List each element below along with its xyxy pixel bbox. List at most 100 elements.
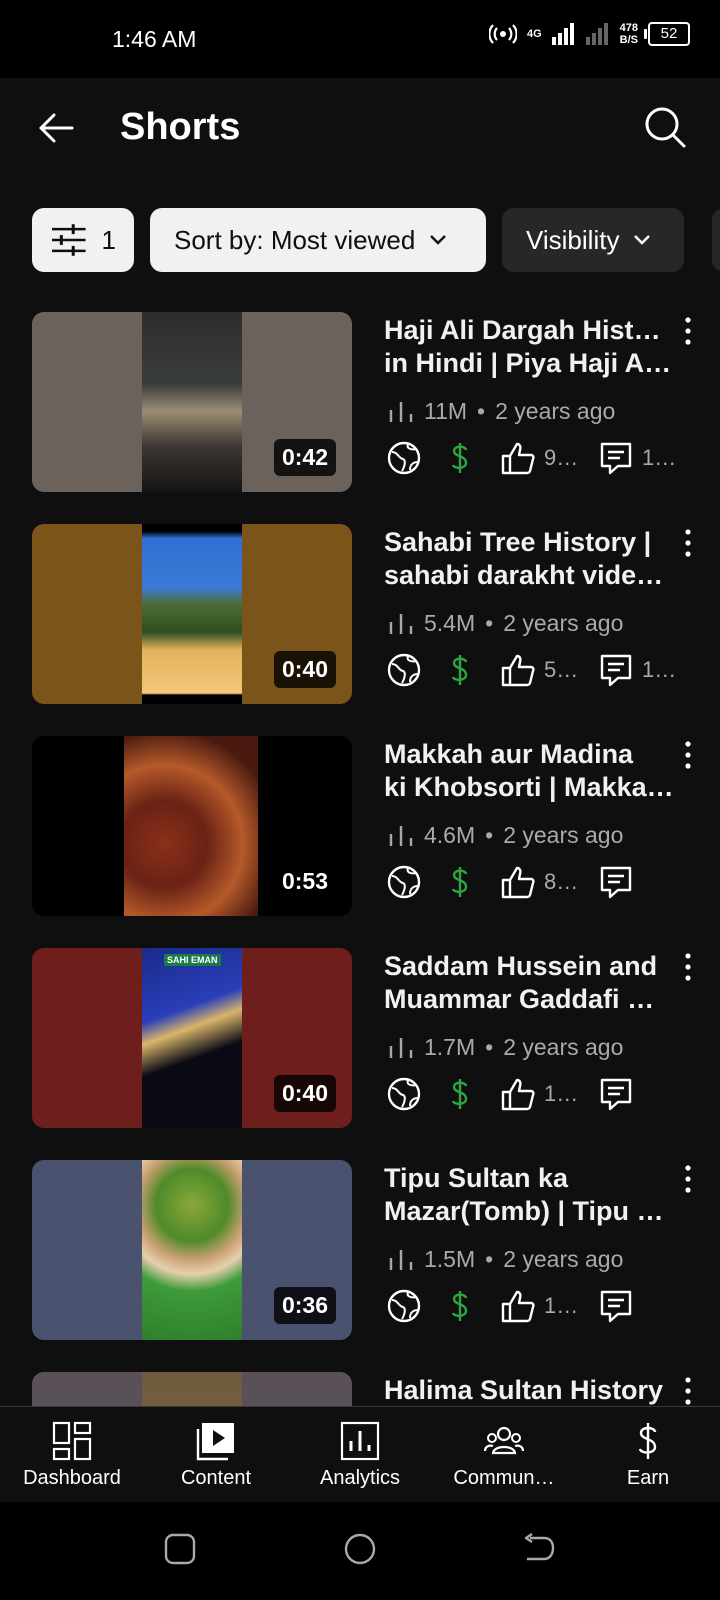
video-stats: 5… 1… [386,652,676,688]
video-stats: 9… 1… [386,440,676,476]
visibility-label: Visibility [526,224,620,255]
shorts-list: 0:42 Haji Ali Dargah History in Hindi | … [0,312,720,1584]
system-nav-bar [0,1502,720,1600]
video-title-line: Saddam Hussein and [384,951,658,981]
video-thumbnail[interactable]: SAHI EMAN 0:40 [32,948,352,1128]
comment-icon [600,1290,632,1323]
video-title[interactable]: Sahabi Tree History | sahabi darakht vid… [384,526,674,592]
filter-sliders-icon [51,224,86,256]
hotspot-icon [488,24,517,44]
video-meta: 4.6M • 2 years ago [388,822,623,849]
system-back-icon[interactable] [522,1532,556,1566]
like-count: 5… [544,657,578,682]
thumbnail-image [142,524,242,704]
nav-earn[interactable]: Earn [576,1407,720,1503]
dashboard-icon [52,1421,92,1461]
comment-count: 1… [642,445,676,470]
nav-community[interactable]: Commun… [432,1407,576,1503]
video-thumbnail[interactable]: 0:53 [32,736,352,916]
view-count: 1.5M [424,1246,476,1272]
recent-apps-icon[interactable] [163,1532,197,1566]
video-title-line: Makkah aur Madina [384,739,634,769]
video-title-line: Haji Ali Dargah History [384,315,674,345]
more-options-icon[interactable] [680,1164,696,1194]
more-filter-chip[interactable] [712,208,720,272]
video-title[interactable]: Makkah aur Madina ki Khobsorti | Makka… [384,738,674,804]
view-count: 5.4M [424,610,476,636]
views-bars-icon [389,1249,413,1270]
like-count: 8… [544,869,578,894]
filter-chips: 1 Sort by: Most viewed Visibility [32,208,684,272]
nav-label: Commun… [453,1467,555,1489]
more-options-icon[interactable] [680,528,696,558]
list-item[interactable]: 0:42 Haji Ali Dargah History in Hindi | … [0,312,720,524]
meta-separator: • [485,1246,494,1272]
duration-badge: 0:53 [273,863,336,900]
upload-age: 2 years ago [503,1034,624,1060]
nav-label: Analytics [319,1467,401,1489]
search-icon[interactable] [644,106,686,148]
net-speed: 478 B/S [620,22,638,46]
video-stats: 1… [386,1288,634,1324]
signal-2-icon [585,23,608,45]
list-item[interactable]: SAHI EMAN 0:40 Saddam Hussein and Muamma… [0,948,720,1160]
nav-content[interactable]: Content [144,1407,288,1503]
video-meta: 5.4M • 2 years ago [388,610,623,637]
home-icon[interactable] [343,1532,377,1566]
bottom-nav: Dashboard Content Analytics Commun… Earn [0,1406,720,1503]
net-speed-unit: B/S [619,34,638,46]
like-thumb-icon [501,1078,535,1111]
duration-badge: 0:40 [273,651,336,688]
monetization-dollar-icon [451,1079,468,1109]
more-options-icon[interactable] [680,316,696,346]
more-options-icon[interactable] [680,740,696,770]
video-thumbnail[interactable]: 0:40 [32,524,352,704]
video-title-line: ki Khobsorti | Makka… [384,772,674,802]
comment-icon [600,654,632,687]
video-stats: 1… [386,1076,634,1112]
video-title[interactable]: Tipu Sultan ka Mazar(Tomb) | Tipu … [384,1162,674,1228]
nav-dashboard[interactable]: Dashboard [0,1407,144,1503]
video-meta: 1.7M • 2 years ago [388,1034,623,1061]
video-title[interactable]: Saddam Hussein and Muammar Gaddafi W… [384,950,674,1016]
video-thumbnail[interactable]: 0:42 [32,312,352,492]
video-thumbnail[interactable]: 0:36 [32,1160,352,1340]
video-meta: 1.5M • 2 years ago [388,1246,623,1273]
nav-label: Content [180,1467,252,1489]
upload-age: 2 years ago [503,1246,624,1272]
content-play-icon [196,1423,234,1461]
thumbnail-image [124,736,258,916]
sort-dropdown[interactable]: Sort by: Most viewed [150,208,486,272]
filter-count: 1 [101,224,116,255]
comment-icon [600,442,632,475]
video-title-line: sahabi darakht video… [384,560,674,590]
thumbnail-image [142,312,242,492]
list-item[interactable]: 0:36 Tipu Sultan ka Mazar(Tomb) | Tipu …… [0,1160,720,1372]
analytics-icon [340,1421,380,1461]
chevron-down-icon [634,235,651,245]
filter-button[interactable]: 1 [32,208,134,272]
monetization-dollar-icon [451,1291,468,1321]
nav-label: Dashboard [23,1467,121,1489]
battery-icon: 52 [644,22,690,46]
nav-analytics[interactable]: Analytics [288,1407,432,1503]
duration-badge: 0:36 [273,1287,336,1324]
status-time: 1:46 AM [112,26,197,52]
visibility-dropdown[interactable]: Visibility [502,208,684,272]
video-title-line: Tipu Sultan ka [384,1163,569,1193]
monetization-dollar-icon [451,655,468,685]
more-options-icon[interactable] [680,1376,696,1406]
back-arrow-icon[interactable] [36,108,76,148]
comment-icon [600,866,632,899]
nav-label: Earn [626,1467,670,1489]
video-title[interactable]: Halima Sultan History [384,1374,674,1407]
list-item[interactable]: 0:53 Makkah aur Madina ki Khobsorti | Ma… [0,736,720,948]
like-count: 1… [544,1081,578,1106]
more-options-icon[interactable] [680,952,696,982]
list-item[interactable]: 0:40 Sahabi Tree History | sahabi darakh… [0,524,720,736]
page-title: Shorts [120,106,241,148]
video-title[interactable]: Haji Ali Dargah History in Hindi | Piya … [384,314,674,380]
meta-separator: • [477,398,486,424]
like-thumb-icon [501,442,535,475]
upload-age: 2 years ago [495,398,616,424]
